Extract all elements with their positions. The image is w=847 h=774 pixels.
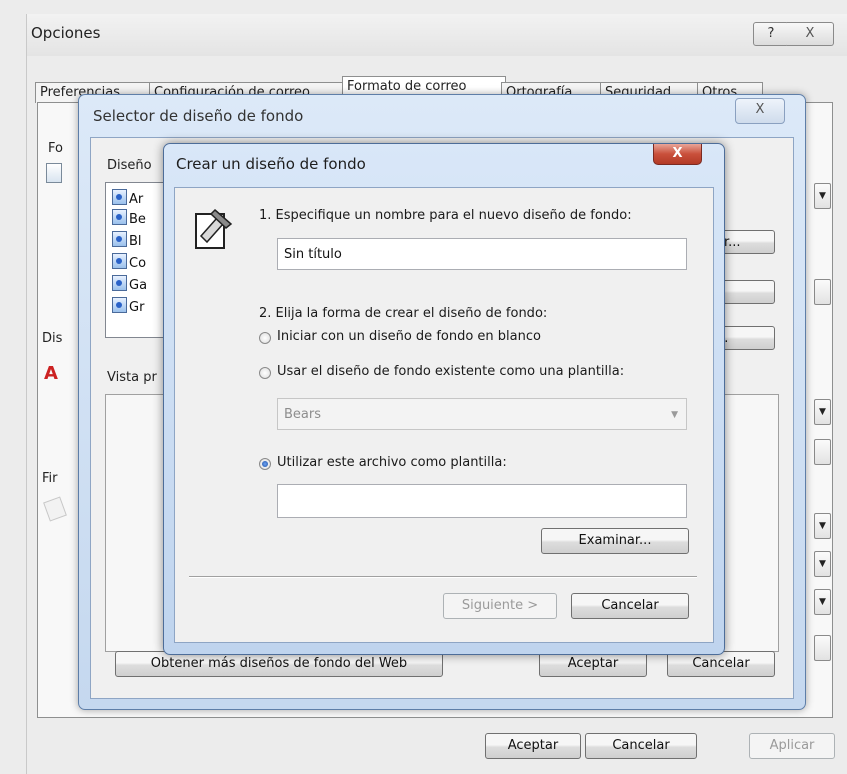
crear-client-area: 1. Especifique un nombre para el nuevo d… (174, 187, 714, 643)
dropdown-arrow-icon[interactable]: ▼ (814, 399, 831, 425)
template-select-value: Bears (284, 407, 322, 422)
stationery-icon (112, 209, 127, 225)
dropdown-arrow-icon[interactable]: ▼ (814, 551, 831, 577)
opciones-apply-button[interactable]: Aplicar (749, 733, 835, 759)
file-template-label: Utilizar este archivo como plantilla: (277, 455, 507, 470)
stationery-icon (112, 253, 127, 269)
section-label-fir: Fir (42, 471, 58, 486)
design-list[interactable]: Ar Be Bl Co Ga Gr (105, 182, 167, 338)
signature-icon (43, 496, 67, 522)
font-icon: A (44, 363, 58, 384)
opciones-titlebar: Opciones ? X (27, 14, 847, 56)
designs-label: Diseño (107, 158, 152, 173)
side-button[interactable] (814, 635, 831, 661)
opciones-title: Opciones (31, 24, 101, 42)
dropdown-arrow-icon[interactable]: ▼ (814, 183, 831, 209)
template-select[interactable]: Bears ▼ (277, 398, 687, 430)
side-button[interactable] (814, 279, 831, 305)
wizard-icon (195, 208, 233, 249)
file-template-radio[interactable] (259, 458, 271, 470)
blank-design-radio[interactable] (259, 332, 271, 344)
section-label-dis: Dis (42, 331, 63, 346)
step2-label: 2. Elija la forma de crear el diseño de … (259, 306, 548, 321)
selector-title: Selector de diseño de fondo (93, 107, 304, 125)
list-item[interactable]: Gr (112, 297, 144, 317)
side-button[interactable] (814, 439, 831, 465)
template-file-input[interactable] (277, 484, 687, 518)
crear-cancel-button[interactable]: Cancelar (571, 593, 689, 619)
crear-dialog: Crear un diseño de fondo X 1. Especifiqu… (163, 143, 725, 655)
divider (189, 576, 697, 578)
existing-template-radio[interactable] (259, 367, 271, 379)
list-item[interactable]: Be (112, 209, 146, 229)
design-name-input[interactable]: Sin título (277, 238, 687, 270)
crear-close-button[interactable]: X (653, 144, 702, 165)
stationery-icon (46, 163, 62, 183)
dropdown-arrow-icon[interactable]: ▼ (814, 589, 831, 615)
selector-close-button[interactable]: X (735, 98, 785, 124)
stationery-icon (112, 275, 127, 291)
step1-label: 1. Especifique un nombre para el nuevo d… (259, 208, 632, 223)
list-item[interactable]: Bl (112, 231, 142, 251)
blank-design-label: Iniciar con un diseño de fondo en blanco (277, 329, 541, 344)
next-button[interactable]: Siguiente > (443, 593, 557, 619)
opciones-cancel-button[interactable]: Cancelar (585, 733, 697, 759)
stationery-icon (112, 189, 127, 205)
list-item[interactable]: Co (112, 253, 146, 273)
stationery-icon (112, 297, 127, 313)
opciones-ok-button[interactable]: Aceptar (485, 733, 581, 759)
existing-template-label: Usar el diseño de fondo existente como u… (277, 364, 625, 379)
help-button[interactable]: ? (753, 22, 789, 46)
dropdown-arrow-icon[interactable]: ▼ (814, 513, 831, 539)
crear-title: Crear un diseño de fondo (176, 155, 366, 173)
browse-button[interactable]: Examinar... (541, 528, 689, 554)
opciones-close-button[interactable]: X (787, 22, 834, 46)
list-item[interactable]: Ar (112, 189, 143, 209)
preview-label: Vista pr (107, 370, 157, 385)
chevron-down-icon: ▼ (671, 410, 678, 420)
list-item[interactable]: Ga (112, 275, 147, 295)
stationery-icon (112, 231, 127, 247)
section-label-fo: Fo (48, 141, 63, 156)
